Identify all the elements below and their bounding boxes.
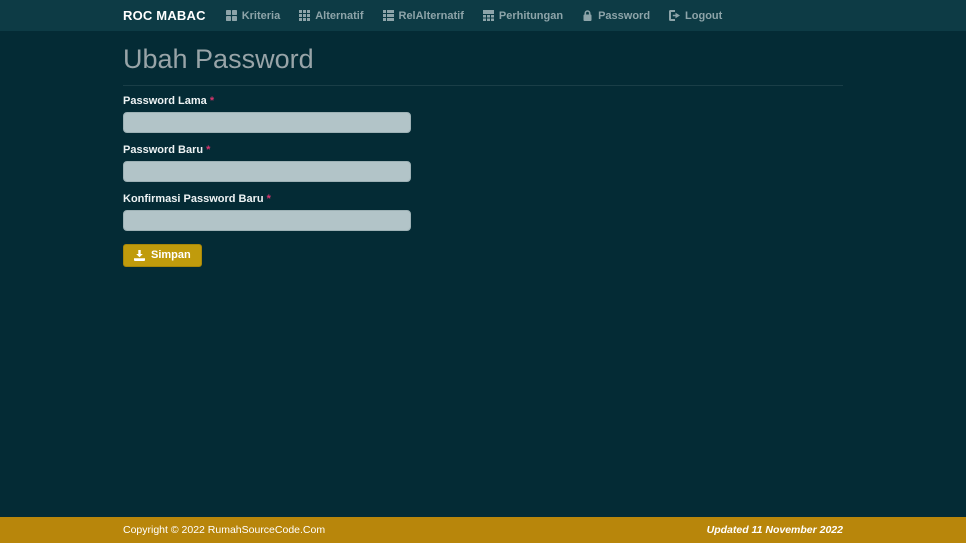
title-divider (123, 85, 843, 87)
footer: Copyright © 2022 RumahSourceCode.Com Upd… (0, 517, 966, 543)
label-text: Password Lama (123, 95, 207, 108)
password-baru-label: Password Baru * (123, 144, 411, 156)
save-button-label: Simpan (151, 249, 191, 262)
nav-item-label: RelAlternatif (398, 9, 464, 22)
nav-item-label: Kriteria (241, 9, 281, 22)
nav-item-logout[interactable]: Logout (669, 10, 722, 22)
form-group-konfirmasi-password: Konfirmasi Password Baru * (123, 193, 411, 232)
nav-item-label: Password (598, 9, 651, 22)
change-password-form: Password Lama * Password Baru * Konfirma… (123, 95, 843, 268)
save-button[interactable]: Simpan (123, 244, 202, 268)
top-navbar: ROC MABAC Kriteria Alternatif RelAlterna… (0, 0, 966, 31)
download-icon (134, 249, 145, 261)
password-baru-field[interactable] (123, 161, 411, 183)
required-mark: * (206, 144, 211, 157)
label-text: Password Baru (123, 144, 204, 157)
nav-item-label: Logout (685, 9, 723, 22)
footer-updated: Updated 11 November 2022 (706, 524, 843, 536)
required-mark: * (209, 95, 215, 108)
nav-items: Kriteria Alternatif RelAlternatif Perhit… (225, 9, 742, 22)
lock-icon (582, 10, 593, 21)
form-group-password-baru: Password Baru * (123, 144, 411, 183)
brand[interactable]: ROC MABAC (123, 8, 206, 23)
konfirmasi-password-label: Konfirmasi Password Baru * (123, 193, 411, 205)
table-icon (482, 10, 494, 21)
sign-out-icon (669, 10, 681, 21)
nav-item-password[interactable]: Password (582, 10, 650, 22)
label-text: Konfirmasi Password Baru (123, 193, 264, 206)
nav-item-label: Alternatif (315, 9, 364, 22)
password-lama-label: Password Lama * (123, 95, 411, 107)
th-list-icon (382, 10, 394, 21)
required-mark: * (266, 193, 271, 206)
footer-copyright: Copyright © 2022 RumahSourceCode.Com (123, 524, 326, 536)
nav-item-perhitungan[interactable]: Perhitungan (482, 9, 564, 22)
nav-item-alternatif[interactable]: Alternatif (299, 9, 364, 22)
nav-item-relalternatif[interactable]: RelAlternatif (382, 9, 464, 22)
main-content: Ubah Password Password Lama * Password B… (123, 31, 843, 268)
nav-item-label: Perhitungan (498, 9, 564, 22)
konfirmasi-password-field[interactable] (123, 210, 411, 232)
password-lama-field[interactable] (123, 112, 411, 134)
th-large-icon (225, 10, 237, 21)
th-icon (299, 10, 311, 21)
page-title: Ubah Password (123, 44, 314, 74)
nav-item-kriteria[interactable]: Kriteria (225, 9, 281, 22)
form-group-password-lama: Password Lama * (123, 95, 411, 134)
